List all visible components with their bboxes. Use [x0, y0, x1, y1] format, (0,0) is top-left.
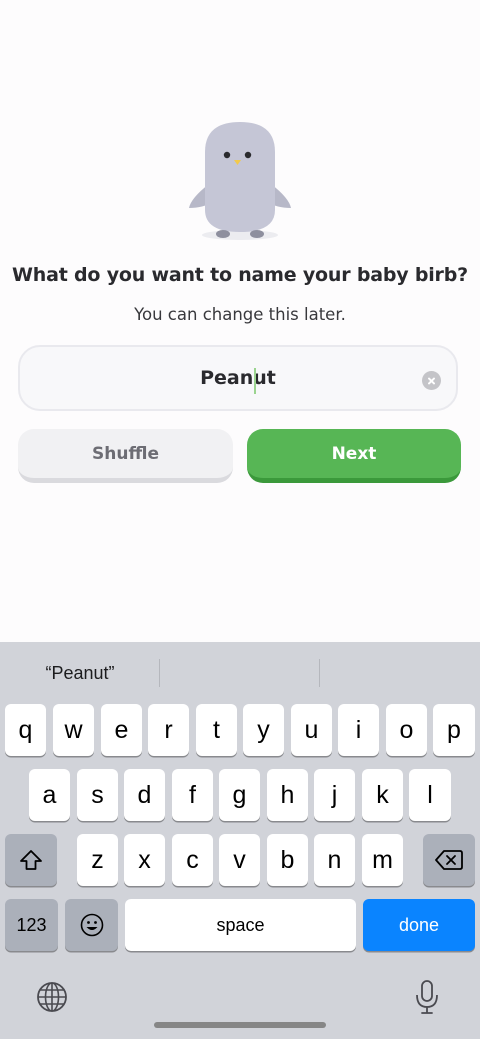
key-r[interactable]: r [148, 704, 189, 756]
key-h[interactable]: h [267, 769, 308, 821]
backspace-icon[interactable] [423, 834, 475, 886]
home-indicator [154, 1022, 326, 1028]
key-a[interactable]: a [29, 769, 70, 821]
key-x[interactable]: x [124, 834, 165, 886]
birb-illustration [189, 122, 291, 240]
key-k[interactable]: k [362, 769, 403, 821]
key-v[interactable]: v [219, 834, 260, 886]
key-y[interactable]: y [243, 704, 284, 756]
key-f[interactable]: f [172, 769, 213, 821]
key-s[interactable]: s [77, 769, 118, 821]
name-field[interactable] [18, 345, 458, 411]
next-button[interactable]: Next [247, 429, 461, 483]
emoji-icon[interactable] [65, 899, 118, 951]
key-d[interactable]: d [124, 769, 165, 821]
key-i[interactable]: i [338, 704, 379, 756]
key-n[interactable]: n [314, 834, 355, 886]
page-title: What do you want to name your baby birb? [12, 264, 468, 286]
done-key[interactable]: done [363, 899, 475, 951]
key-j[interactable]: j [314, 769, 355, 821]
keyboard: “Peanut” q w e r t y u i o p a s d f g h… [0, 642, 480, 1039]
key-l[interactable]: l [409, 769, 451, 821]
suggestion-1[interactable]: “Peanut” [0, 642, 160, 704]
suggestion-3[interactable] [320, 642, 480, 704]
microphone-icon[interactable] [414, 979, 440, 1015]
space-key[interactable]: space [125, 899, 356, 951]
key-o[interactable]: o [386, 704, 427, 756]
key-b[interactable]: b [267, 834, 308, 886]
page-subtitle: You can change this later. [134, 305, 346, 324]
key-q[interactable]: q [5, 704, 46, 756]
key-t[interactable]: t [196, 704, 237, 756]
name-input[interactable] [20, 347, 456, 409]
key-u[interactable]: u [291, 704, 332, 756]
clear-icon[interactable] [422, 371, 441, 390]
suggestion-2[interactable] [160, 642, 320, 704]
key-p[interactable]: p [433, 704, 475, 756]
key-m[interactable]: m [362, 834, 403, 886]
text-caret [254, 368, 256, 394]
key-g[interactable]: g [219, 769, 260, 821]
key-c[interactable]: c [172, 834, 213, 886]
key-w[interactable]: w [53, 704, 94, 756]
key-e[interactable]: e [101, 704, 142, 756]
numbers-key[interactable]: 123 [5, 899, 58, 951]
shift-icon[interactable] [5, 834, 57, 886]
shuffle-button[interactable]: Shuffle [18, 429, 233, 483]
key-z[interactable]: z [77, 834, 118, 886]
globe-icon[interactable] [36, 981, 68, 1013]
